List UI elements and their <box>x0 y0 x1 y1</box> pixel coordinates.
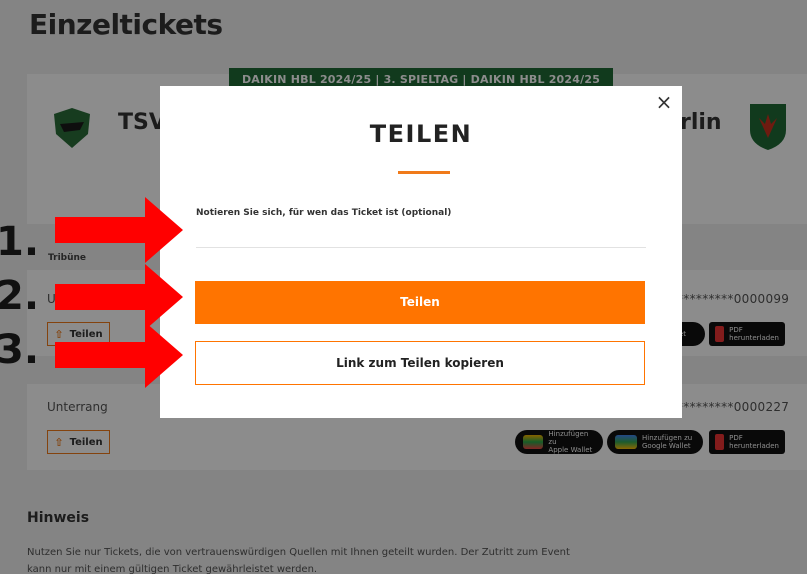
copy-share-link-button[interactable]: Link zum Teilen kopieren <box>195 341 645 385</box>
annotation-number: 2. <box>0 273 40 319</box>
recipient-note-label: Notieren Sie sich, für wen das Ticket is… <box>196 208 452 218</box>
annotation-arrow <box>55 322 183 388</box>
annotation-number: 3. <box>0 327 40 373</box>
modal-title: TEILEN <box>369 120 473 148</box>
share-submit-button[interactable]: Teilen <box>195 281 645 324</box>
annotation-number: 1. <box>0 219 40 265</box>
recipient-note-input[interactable] <box>196 224 646 248</box>
share-modal: × TEILEN Notieren Sie sich, für wen das … <box>160 86 682 418</box>
close-icon[interactable]: × <box>654 92 674 112</box>
annotation-arrow <box>55 197 183 263</box>
title-underline <box>398 171 450 174</box>
